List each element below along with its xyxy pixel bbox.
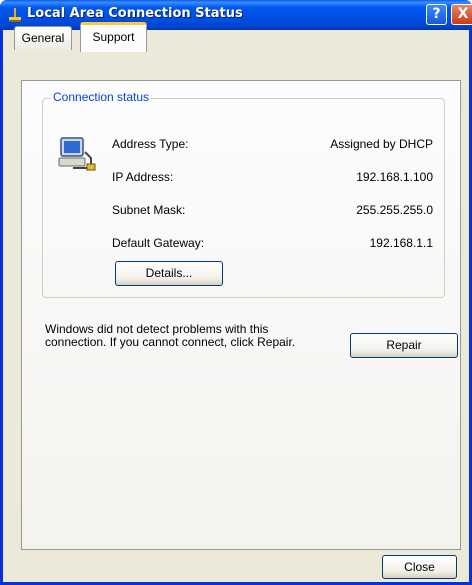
title-bar[interactable]: Local Area Connection Status ? X: [0, 0, 472, 30]
address-type-label: Address Type:: [112, 137, 189, 151]
details-button[interactable]: Details...: [115, 261, 223, 286]
default-gateway-label: Default Gateway:: [112, 236, 205, 250]
ip-address-value: 192.168.1.100: [356, 170, 433, 184]
default-gateway-value: 192.168.1.1: [369, 236, 433, 250]
network-computer-icon: [58, 137, 96, 171]
close-button[interactable]: Close: [382, 555, 457, 579]
tab-support[interactable]: Support: [80, 22, 147, 52]
help-button[interactable]: ?: [426, 4, 447, 25]
connection-status-label: Connection status: [51, 90, 152, 104]
subnet-mask-label: Subnet Mask:: [112, 203, 186, 217]
tab-general[interactable]: General: [14, 26, 72, 50]
repair-button[interactable]: Repair: [350, 333, 458, 358]
ip-address-label: IP Address:: [112, 170, 174, 184]
window-title: Local Area Connection Status: [27, 6, 243, 21]
network-connection-icon: [9, 8, 21, 22]
support-tab-panel: Connection status Address Type: Assigned…: [21, 80, 461, 550]
local-area-connection-status-window: Local Area Connection Status ? X General…: [0, 0, 472, 585]
close-window-button[interactable]: X: [451, 4, 472, 25]
connection-status-group: Connection status Address Type: Assigned…: [42, 90, 445, 298]
diagnostic-message: Windows did not detect problems with thi…: [45, 322, 296, 349]
subnet-mask-value: 255.255.255.0: [356, 203, 433, 217]
address-type-value: Assigned by DHCP: [330, 137, 433, 151]
